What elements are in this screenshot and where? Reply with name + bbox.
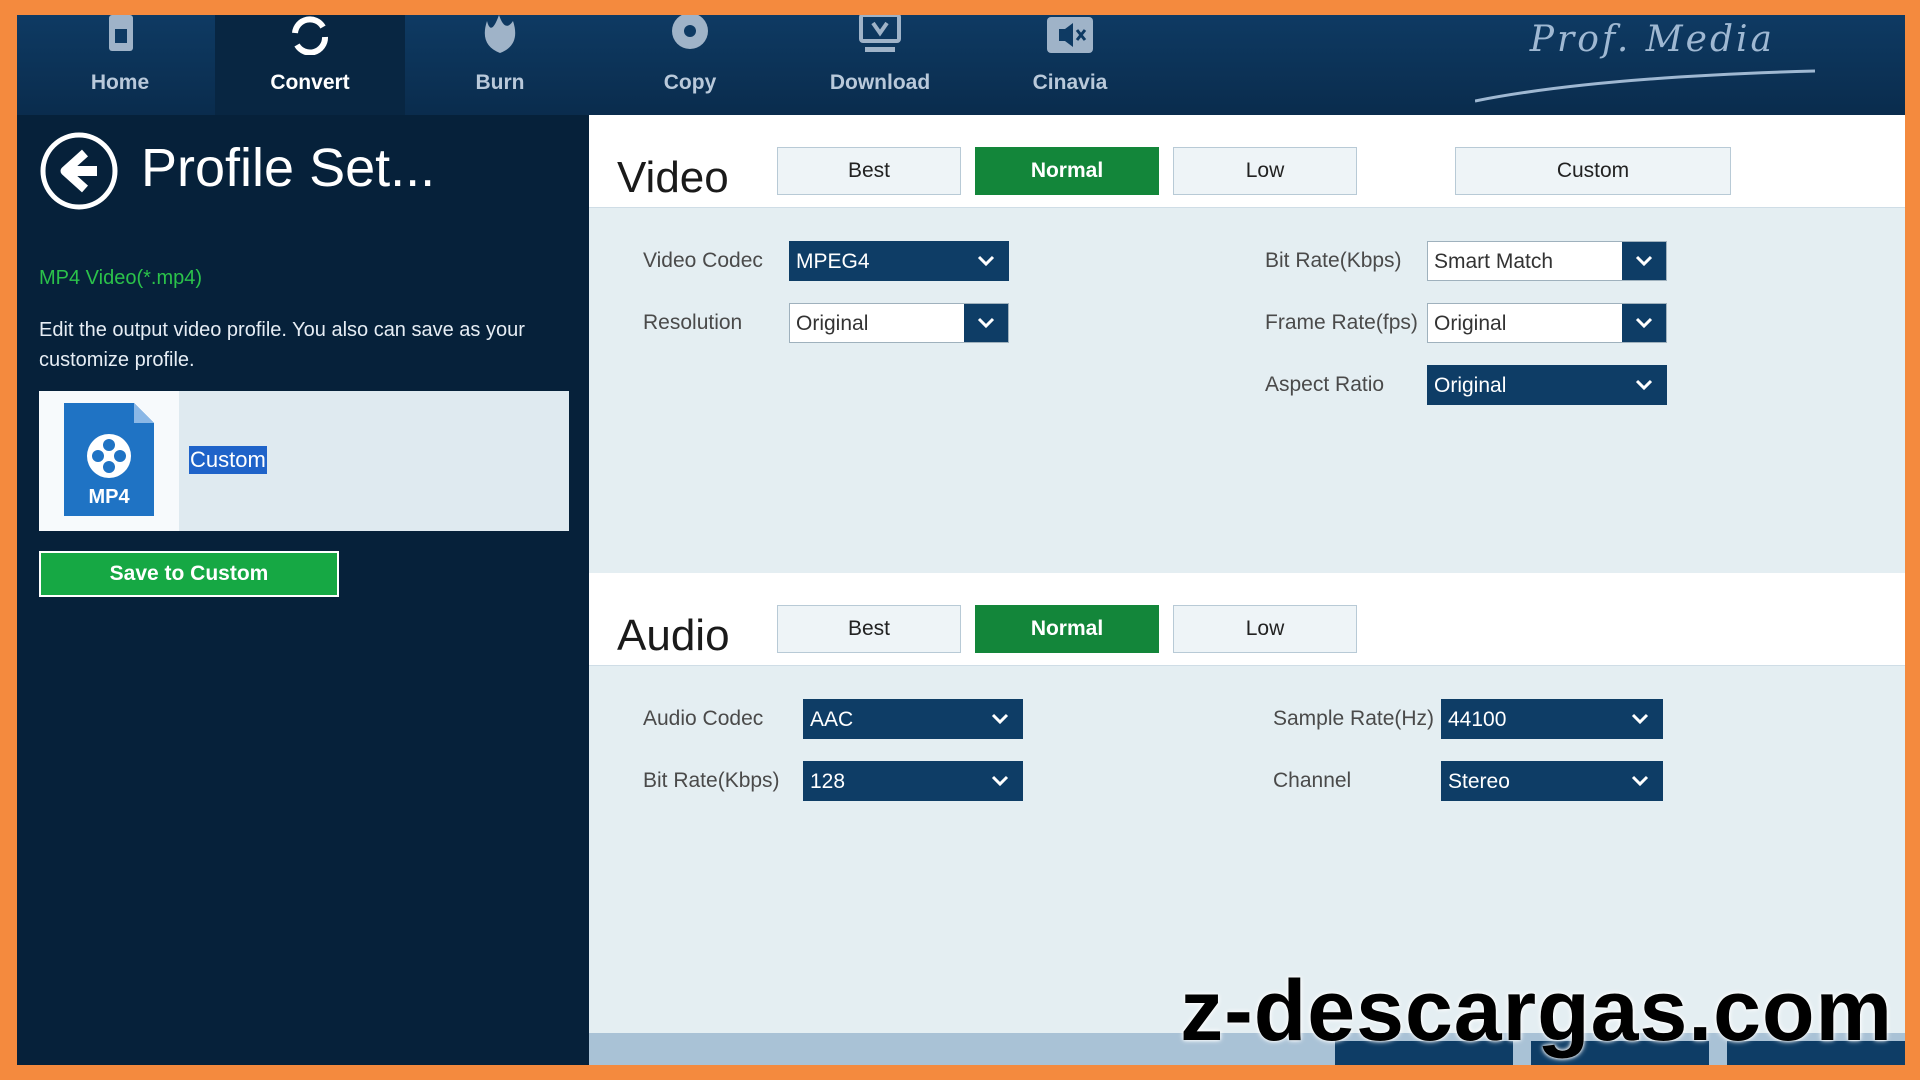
brand-logo: Prof. Media	[1529, 19, 1775, 60]
back-arrow-icon[interactable]	[39, 131, 119, 211]
nav-convert-label: Convert	[270, 71, 350, 94]
sample-rate-label: Sample Rate(Hz)	[1273, 707, 1435, 730]
video-section-header: Video Best Normal Low Custom	[589, 115, 1905, 208]
channel-value: Stereo	[1448, 770, 1510, 793]
profile-thumbnail: MP4	[39, 391, 179, 531]
output-format-label: MP4 Video(*.mp4)	[39, 267, 203, 289]
chevron-down-icon	[978, 700, 1022, 738]
settings-panel: Video Best Normal Low Custom Video Codec…	[589, 115, 1905, 1065]
nav-cinavia[interactable]: Cinavia	[975, 15, 1165, 115]
copy-icon	[672, 15, 708, 49]
download-icon	[859, 15, 901, 52]
channel-select[interactable]: Stereo	[1441, 761, 1663, 801]
audio-bitrate-value: 128	[810, 770, 846, 793]
chevron-down-icon	[1622, 366, 1666, 404]
audio-title: Audio	[617, 611, 730, 660]
mp4-file-icon	[64, 403, 154, 516]
video-preset-custom[interactable]: Custom	[1455, 147, 1731, 195]
burn-icon	[484, 15, 516, 53]
chevron-down-icon	[978, 762, 1022, 800]
profile-card: MP4 Custom	[39, 391, 569, 531]
chevron-down-icon	[1618, 762, 1662, 800]
profile-description: Edit the output video profile. You also …	[39, 319, 525, 371]
save-to-custom-button[interactable]: Save to Custom	[39, 551, 339, 597]
chevron-down-icon	[1618, 700, 1662, 738]
video-codec-label: Video Codec	[643, 249, 763, 272]
cinavia-icon	[1047, 17, 1093, 53]
audio-section-header: Audio Best Normal Low	[589, 573, 1905, 666]
file-type-badge: MP4	[88, 486, 130, 508]
audio-preset-low[interactable]: Low	[1173, 605, 1357, 653]
chevron-down-icon	[1622, 242, 1666, 280]
aspect-ratio-value: Original	[1434, 374, 1507, 397]
resolution-label: Resolution	[643, 311, 743, 334]
home-icon	[109, 15, 133, 51]
frame-rate-value: Original	[1434, 312, 1507, 335]
video-preset-normal[interactable]: Normal	[975, 147, 1159, 195]
sample-rate-value: 44100	[1448, 708, 1507, 731]
channel-label: Channel	[1273, 769, 1352, 792]
sample-rate-select[interactable]: 44100	[1441, 699, 1663, 739]
nav-copy-label: Copy	[663, 71, 717, 94]
nav-convert[interactable]: Convert	[215, 15, 405, 115]
video-preset-best[interactable]: Best	[777, 147, 961, 195]
brand-swoosh	[1475, 69, 1815, 103]
page-title: Profile Set...	[141, 138, 436, 198]
nav-burn-label: Burn	[475, 71, 525, 94]
nav-copy[interactable]: Copy	[595, 15, 785, 115]
nav-download[interactable]: Download	[785, 15, 975, 115]
video-title: Video	[617, 153, 729, 202]
nav-burn[interactable]: Burn	[405, 15, 595, 115]
aspect-ratio-label: Aspect Ratio	[1265, 373, 1385, 396]
video-codec-value: MPEG4	[796, 250, 870, 273]
audio-preset-best[interactable]: Best	[777, 605, 961, 653]
video-codec-select[interactable]: MPEG4	[789, 241, 1009, 281]
resolution-select[interactable]: Original	[789, 303, 1009, 343]
audio-preset-normal[interactable]: Normal	[975, 605, 1159, 653]
audio-codec-value: AAC	[810, 708, 854, 731]
left-panel: Profile Set... MP4 Video(*.mp4) Edit the…	[17, 115, 589, 1065]
video-bitrate-label: Bit Rate(Kbps)	[1265, 249, 1402, 272]
video-preset-low[interactable]: Low	[1173, 147, 1357, 195]
app-window: Home Convert Burn Copy Download Cinavia …	[17, 15, 1905, 1065]
nav-cinavia-label: Cinavia	[1032, 71, 1108, 94]
resolution-value: Original	[796, 312, 869, 335]
nav-download-label: Download	[829, 71, 931, 94]
audio-codec-label: Audio Codec	[643, 707, 764, 730]
profile-name-input[interactable]: Custom	[189, 446, 267, 474]
frame-rate-label: Frame Rate(fps)	[1265, 311, 1418, 334]
video-bitrate-value: Smart Match	[1434, 250, 1554, 273]
audio-codec-select[interactable]: AAC	[803, 699, 1023, 739]
convert-icon	[292, 16, 328, 55]
chevron-down-icon	[964, 242, 1008, 280]
frame-rate-select[interactable]: Original	[1427, 303, 1667, 343]
top-nav-bar: Home Convert Burn Copy Download Cinavia …	[17, 15, 1905, 115]
aspect-ratio-select[interactable]: Original	[1427, 365, 1667, 405]
video-bitrate-select[interactable]: Smart Match	[1427, 241, 1667, 281]
nav-home[interactable]: Home	[25, 15, 215, 115]
audio-bitrate-select[interactable]: 128	[803, 761, 1023, 801]
watermark-text: z-descargas.com	[1180, 963, 1893, 1059]
audio-bitrate-label: Bit Rate(Kbps)	[643, 769, 780, 792]
chevron-down-icon	[964, 304, 1008, 342]
nav-home-label: Home	[90, 71, 150, 94]
chevron-down-icon	[1622, 304, 1666, 342]
